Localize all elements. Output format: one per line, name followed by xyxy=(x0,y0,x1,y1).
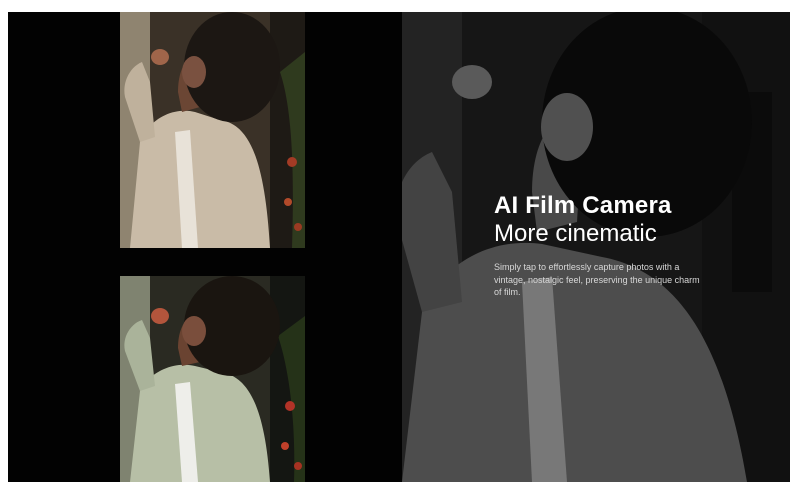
headline-subtitle: More cinematic xyxy=(494,220,657,247)
comparison-panel xyxy=(8,12,402,482)
headline-description: Simply tap to effortlessly capture photo… xyxy=(494,262,700,297)
photo-green-film xyxy=(120,276,305,482)
promo-banner: AI Film Camera More cinematic Simply tap… xyxy=(8,12,790,482)
headline-title: AI Film Camera xyxy=(494,192,672,219)
headline-block: AI Film Camera More cinematic Simply tap… xyxy=(494,192,724,308)
photo-warm-film xyxy=(120,12,305,248)
